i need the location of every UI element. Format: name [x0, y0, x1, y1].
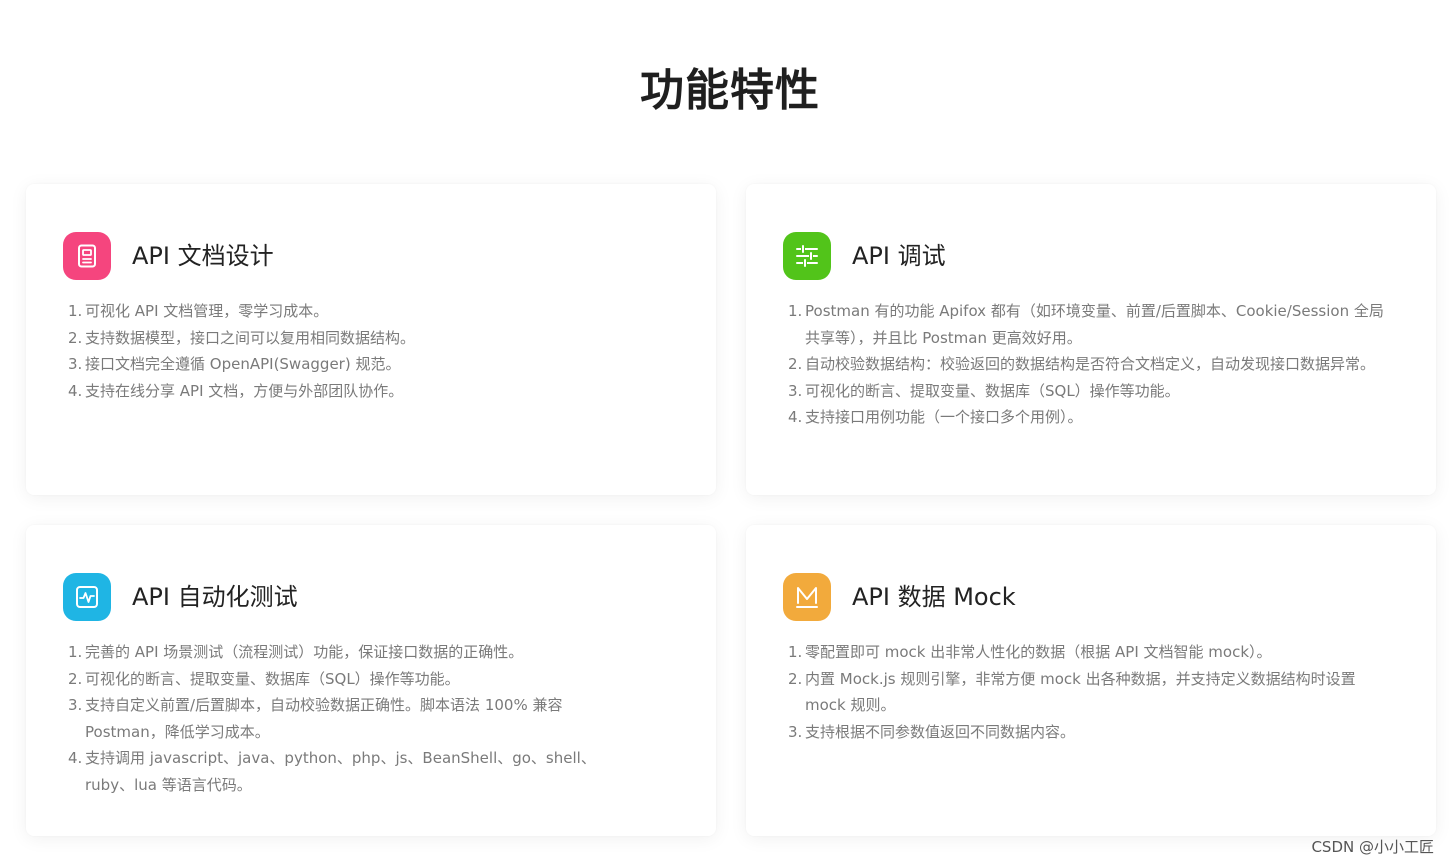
- watermark: CSDN @小小工匠: [1311, 838, 1434, 856]
- list-item: 3. 支持根据不同参数值返回不同数据内容。: [788, 722, 1076, 741]
- activity-chart-icon: [63, 573, 111, 621]
- list-item: 1. 零配置即可 mock 出非常人性化的数据（根据 API 文档智能 mock）…: [788, 643, 1272, 661]
- card-title: API 调试: [852, 242, 946, 270]
- document-icon: [63, 232, 111, 280]
- feature-list: 1. 可视化 API 文档管理，零学习成本。 2. 支持数据模型，接口之间可以复用相…: [68, 298, 678, 404]
- card-title: API 文档设计: [132, 242, 274, 270]
- feature-list: 1. 完善的 API 场景测试（流程测试）功能，保证接口数据的正确性。 2. 可视化…: [68, 639, 628, 798]
- card-title: API 自动化测试: [132, 583, 298, 611]
- list-item: 3. 可视化的断言、提取变量、数据库（SQL）操作等功能。: [788, 381, 1180, 400]
- page-title: 功能特性: [640, 65, 820, 116]
- list-item: 1. 可视化 API 文档管理，零学习成本。: [68, 302, 329, 320]
- feature-card-api-data-mock: API 数据 Mock 1. 零配置即可 mock 出非常人性化的数据（根据 AP…: [746, 525, 1436, 836]
- list-item: 4. 支持在线分享 API 文档，方便与外部团队协作。: [68, 381, 404, 400]
- feature-list: 1. 零配置即可 mock 出非常人性化的数据（根据 API 文档智能 mock）…: [788, 639, 1398, 745]
- feature-card-api-automation-test: API 自动化测试 1. 完善的 API 场景测试（流程测试）功能，保证接口数据的…: [26, 525, 716, 836]
- feature-list: 1. Postman 有的功能 Apifox 都有（如环境变量、前置/后置脚本、C…: [788, 298, 1398, 431]
- list-item: 2. 内置 Mock.js 规则引擎，非常方便 mock 出各种数据，并支持定义数…: [788, 669, 1356, 715]
- list-item: 2. 可视化的断言、提取变量、数据库（SQL）操作等功能。: [68, 669, 460, 688]
- list-item: 4. 支持接口用例功能（一个接口多个用例）。: [788, 408, 1083, 426]
- sliders-icon: [783, 232, 831, 280]
- list-item: 1. Postman 有的功能 Apifox 都有（如环境变量、前置/后置脚本、C…: [788, 302, 1384, 347]
- list-item: 2. 支持数据模型，接口之间可以复用相同数据结构。: [68, 328, 416, 347]
- list-item: 1. 完善的 API 场景测试（流程测试）功能，保证接口数据的正确性。: [68, 643, 524, 661]
- feature-card-api-doc-design: API 文档设计 1. 可视化 API 文档管理，零学习成本。 2. 支持数据模型，…: [26, 184, 716, 495]
- list-item: 2. 自动校验数据结构：校验返回的数据结构是否符合文档定义，自动发现接口数据异常。: [788, 355, 1376, 373]
- card-title: API 数据 Mock: [852, 583, 1016, 611]
- mock-m-icon: [783, 573, 831, 621]
- list-item: 3. 支持自定义前置/后置脚本，自动校验数据正确性。脚本语法 100% 兼容 Po…: [68, 696, 563, 741]
- list-item: 3. 接口文档完全遵循 OpenAPI(Swagger) 规范。: [68, 355, 401, 373]
- feature-card-api-debug: API 调试 1. Postman 有的功能 Apifox 都有（如环境变量、前置…: [746, 184, 1436, 495]
- list-item: 4. 支持调用 javascript、java、python、php、js、Bea…: [68, 749, 596, 794]
